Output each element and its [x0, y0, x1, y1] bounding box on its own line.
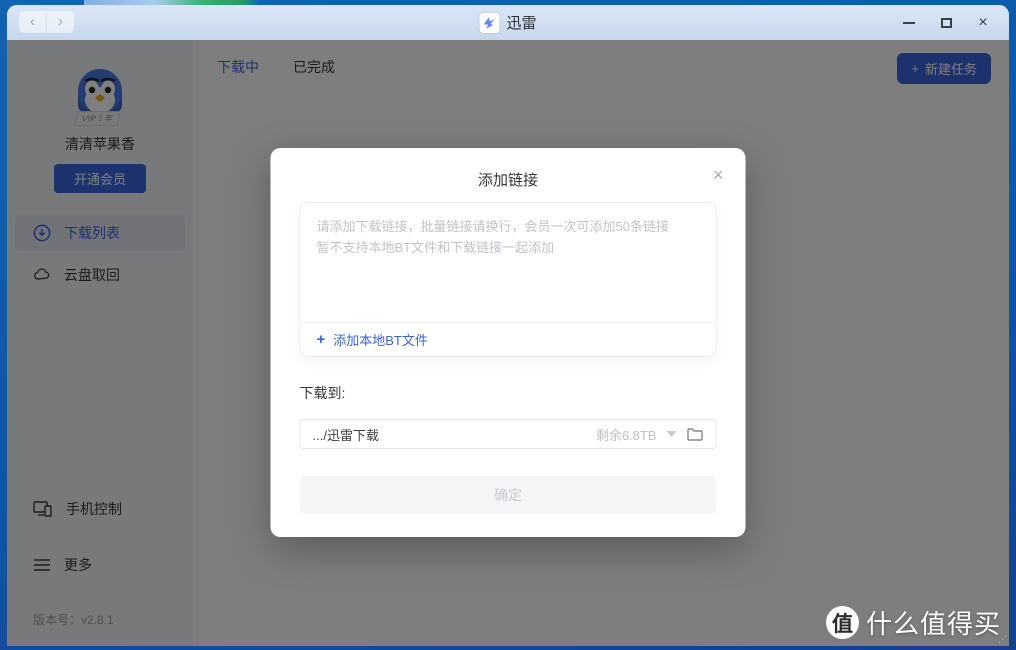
window-controls: × — [901, 5, 991, 40]
dialog-header: 添加链接 × — [300, 148, 717, 202]
download-path-input[interactable]: .../迅雷下载 剩余6.8TB — [300, 419, 717, 449]
chevron-down-icon[interactable] — [667, 431, 677, 437]
placeholder-line2: 暂不支持本地BT文件和下载链接一起添加 — [317, 237, 700, 258]
title-center: 迅雷 — [479, 5, 536, 40]
confirm-button[interactable]: 确定 — [300, 476, 717, 514]
desktop-background: ‹ › 迅雷 × — [0, 0, 1016, 650]
minimize-button[interactable] — [901, 15, 917, 31]
browse-folder-button[interactable] — [687, 427, 704, 442]
close-window-button[interactable]: × — [975, 15, 991, 31]
dialog-title: 添加链接 — [478, 161, 538, 190]
maximize-icon — [941, 18, 952, 28]
space-remaining: 剩余6.8TB — [596, 425, 657, 444]
close-window-icon: × — [978, 15, 987, 31]
titlebar: ‹ › 迅雷 × — [7, 5, 1009, 40]
forward-button[interactable]: › — [47, 11, 74, 33]
link-input-box: 请添加下载链接，批量链接请换行，会员一次可添加50条链接 暂不支持本地BT文件和… — [300, 202, 717, 357]
window-title: 迅雷 — [506, 12, 536, 33]
close-dialog-icon[interactable]: × — [713, 166, 724, 184]
nav-buttons: ‹ › — [19, 11, 74, 33]
back-button[interactable]: ‹ — [19, 11, 46, 33]
maximize-button[interactable] — [938, 15, 954, 31]
add-bt-file-button[interactable]: + 添加本地BT文件 — [301, 322, 716, 356]
app-window: ‹ › 迅雷 × — [7, 5, 1009, 646]
xunlei-logo-icon — [479, 13, 499, 33]
smzdm-logo-icon: 值 — [826, 606, 859, 639]
watermark: 值 什么值得买 — [826, 604, 1001, 641]
app-body: VIP丨年 清清苹果香 开通会员 下载列表 — [7, 40, 1009, 646]
add-link-dialog: 添加链接 × 请添加下载链接，批量链接请换行，会员一次可添加50条链接 暂不支持… — [271, 148, 746, 537]
folder-icon — [687, 427, 704, 442]
watermark-text: 什么值得买 — [866, 604, 1001, 641]
add-bt-file-label: 添加本地BT文件 — [333, 330, 428, 349]
placeholder-line1: 请添加下载链接，批量链接请换行，会员一次可添加50条链接 — [317, 216, 700, 237]
plus-icon: + — [317, 331, 326, 348]
download-to-label: 下载到: — [300, 383, 717, 403]
path-value: .../迅雷下载 — [313, 425, 586, 444]
link-textarea[interactable]: 请添加下载链接，批量链接请换行，会员一次可添加50条链接 暂不支持本地BT文件和… — [301, 203, 716, 322]
minimize-icon — [903, 22, 915, 24]
resize-grip-icon[interactable]: ⋰ — [998, 634, 1007, 645]
